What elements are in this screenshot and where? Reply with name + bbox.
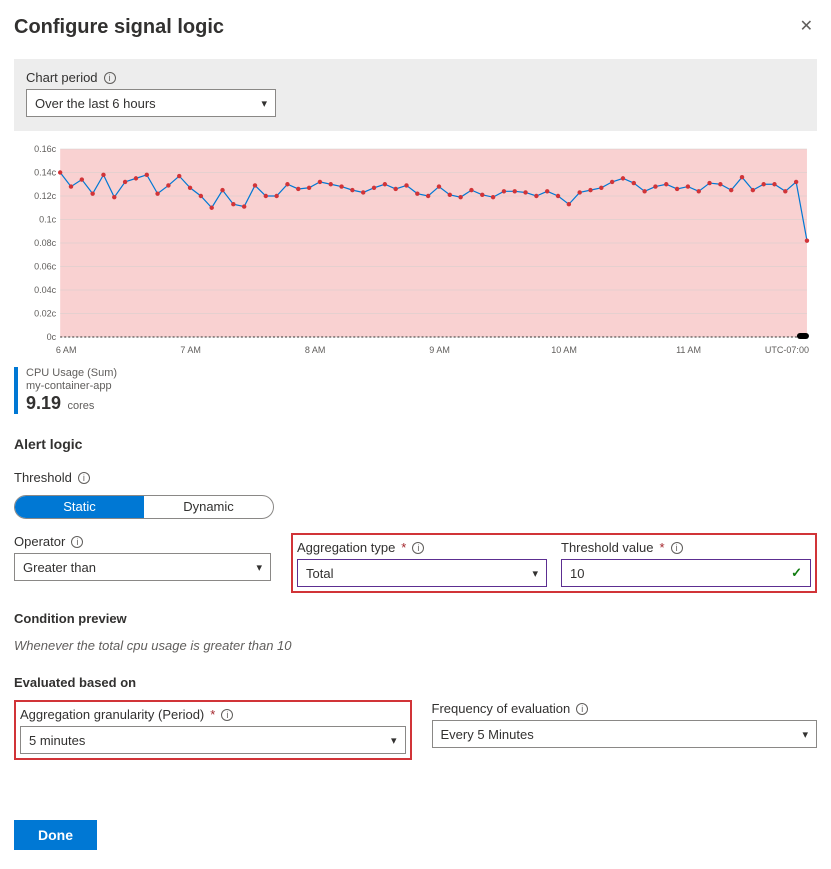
granularity-select[interactable]: 5 minutes ▾ <box>20 726 406 754</box>
info-icon[interactable]: i <box>71 536 83 548</box>
aggregation-type-label: Aggregation type <box>297 540 395 555</box>
required-indicator: * <box>401 540 406 555</box>
aggregation-type-value: Total <box>306 566 333 581</box>
svg-text:0.02c: 0.02c <box>34 309 57 319</box>
chevron-down-icon: ▾ <box>261 97 267 110</box>
threshold-value: 10 <box>570 566 584 581</box>
threshold-mode-static[interactable]: Static <box>15 496 144 518</box>
required-indicator: * <box>210 707 215 722</box>
chart-legend: CPU Usage (Sum) my-container-app 9.19 co… <box>14 367 817 414</box>
chevron-down-icon: ▾ <box>532 567 538 580</box>
legend-resource: my-container-app <box>26 380 117 393</box>
svg-text:10 AM: 10 AM <box>551 345 577 355</box>
svg-text:0.06c: 0.06c <box>34 262 57 272</box>
chevron-down-icon: ▾ <box>256 561 262 574</box>
svg-text:8 AM: 8 AM <box>305 345 326 355</box>
threshold-mode-segmented[interactable]: Static Dynamic <box>14 495 274 519</box>
frequency-select[interactable]: Every 5 Minutes ▾ <box>432 720 818 748</box>
threshold-value-input[interactable]: 10 ✓ <box>561 559 811 587</box>
aggregation-type-select[interactable]: Total ▾ <box>297 559 547 587</box>
alert-logic-heading: Alert logic <box>14 436 817 452</box>
svg-text:0.1c: 0.1c <box>39 215 57 225</box>
granularity-label: Aggregation granularity (Period) <box>20 707 204 722</box>
chart-period-value: Over the last 6 hours <box>35 96 156 111</box>
valid-check-icon: ✓ <box>791 565 802 581</box>
evaluated-heading: Evaluated based on <box>14 675 817 690</box>
info-icon[interactable]: i <box>78 472 90 484</box>
chart-period-select[interactable]: Over the last 6 hours ▾ <box>26 89 276 117</box>
chevron-down-icon: ▾ <box>391 734 397 747</box>
svg-text:11 AM: 11 AM <box>676 345 701 355</box>
required-indicator: * <box>660 540 665 555</box>
svg-text:0c: 0c <box>47 332 57 342</box>
frequency-value: Every 5 Minutes <box>441 727 534 742</box>
chevron-down-icon: ▾ <box>802 728 808 741</box>
svg-text:0.04c: 0.04c <box>34 285 57 295</box>
operator-value: Greater than <box>23 560 96 575</box>
chart-period-panel: Chart period i Over the last 6 hours ▾ <box>14 59 817 131</box>
page-title: Configure signal logic <box>14 16 224 39</box>
svg-text:0.14c: 0.14c <box>34 168 57 178</box>
info-icon[interactable]: i <box>412 542 424 554</box>
granularity-value: 5 minutes <box>29 733 85 748</box>
svg-text:0.16c: 0.16c <box>34 144 57 154</box>
svg-text:UTC-07:00: UTC-07:00 <box>765 345 809 355</box>
operator-label: Operator <box>14 534 65 549</box>
info-icon[interactable]: i <box>671 542 683 554</box>
svg-text:0.08c: 0.08c <box>34 238 57 248</box>
legend-unit: cores <box>68 400 95 412</box>
svg-text:9 AM: 9 AM <box>429 345 450 355</box>
svg-text:0.12c: 0.12c <box>34 191 57 201</box>
operator-select[interactable]: Greater than ▾ <box>14 553 271 581</box>
threshold-label: Threshold <box>14 470 72 485</box>
chart-period-label: Chart period <box>26 70 98 85</box>
condition-preview-heading: Condition preview <box>14 611 817 626</box>
info-icon[interactable]: i <box>104 72 116 84</box>
frequency-label: Frequency of evaluation <box>432 701 571 716</box>
legend-metric: CPU Usage (Sum) <box>26 367 117 380</box>
svg-text:7 AM: 7 AM <box>180 345 201 355</box>
condition-preview-text: Whenever the total cpu usage is greater … <box>14 638 817 653</box>
metric-chart: 0c 0.02c 0.04c 0.06c 0.08c 0.1c 0.12c 0.14c 0.16… <box>14 143 817 363</box>
info-icon[interactable]: i <box>221 709 233 721</box>
legend-value: 9.19 <box>26 393 61 413</box>
info-icon[interactable]: i <box>576 703 588 715</box>
svg-text:6 AM: 6 AM <box>56 345 77 355</box>
close-icon[interactable]: ✕ <box>796 12 817 40</box>
legend-color-bar <box>14 367 18 414</box>
done-button[interactable]: Done <box>14 820 97 850</box>
threshold-value-label: Threshold value <box>561 540 654 555</box>
threshold-mode-dynamic[interactable]: Dynamic <box>144 496 273 518</box>
